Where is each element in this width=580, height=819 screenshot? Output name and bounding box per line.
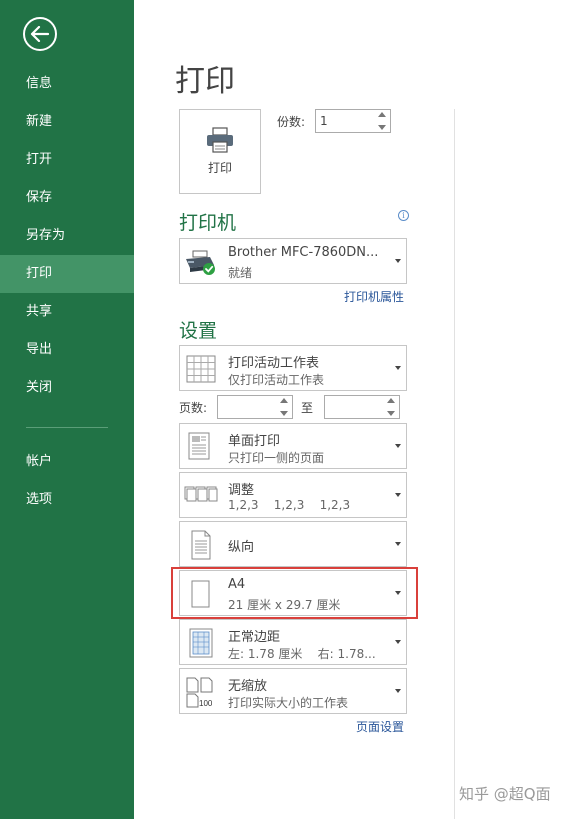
chevron-down-icon (395, 493, 401, 497)
pages-to-label: 至 (301, 401, 314, 415)
sheet-grid-icon (184, 352, 218, 386)
collate-dropdown[interactable]: 调整 1,2,3 1,2,3 1,2,3 (179, 472, 407, 518)
print-scope-dropdown[interactable]: 打印活动工作表 仅打印活动工作表 (179, 345, 407, 391)
chevron-down-icon (395, 444, 401, 448)
sidebar-item-open[interactable]: 打开 (0, 141, 134, 179)
scaling-title: 无缩放 (228, 679, 268, 694)
scaling-icon-text: 100 (199, 699, 213, 708)
print-scope-title: 打印活动工作表 (228, 356, 320, 371)
spin-up-icon[interactable] (378, 112, 386, 117)
page-title: 打印 (175, 64, 235, 99)
sidebar-item-share[interactable]: 共享 (0, 293, 134, 331)
margins-dropdown[interactable]: 正常边距 左: 1.78 厘米 右: 1.78... (179, 619, 407, 665)
settings-heading: 设置 (179, 320, 218, 342)
chevron-down-icon (395, 591, 401, 595)
chevron-down-icon (395, 366, 401, 370)
spin-down-icon[interactable] (378, 125, 386, 130)
sidebar-item-print[interactable]: 打印 (0, 255, 134, 293)
print-button-label: 打印 (207, 161, 232, 175)
paper-size-title: A4 (228, 577, 246, 592)
preview-divider (454, 109, 455, 819)
spin-up-icon[interactable] (387, 398, 395, 403)
info-icon[interactable]: i (398, 210, 409, 221)
chevron-down-icon (395, 689, 401, 693)
print-sides-dropdown[interactable]: 单面打印 只打印一侧的页面 (179, 423, 407, 469)
pages-to-input[interactable] (325, 396, 383, 418)
portrait-page-icon (184, 528, 218, 562)
copies-input[interactable] (316, 110, 374, 132)
sidebar-nav: 信息 新建 打开 保存 另存为 打印 共享 导出 关闭 帐户 选项 (0, 65, 134, 519)
watermark-text: 知乎 @超Q面 (459, 785, 551, 803)
copies-spin-arrows (378, 112, 388, 130)
print-scope-desc: 仅打印活动工作表 (228, 373, 325, 387)
collate-title: 调整 (228, 483, 255, 498)
paper-icon (184, 577, 218, 611)
no-scaling-icon: 100 (184, 675, 218, 709)
sidebar-item-info[interactable]: 信息 (0, 65, 134, 103)
printer-dropdown[interactable]: Brother MFC-7860DN... 就绪 (179, 238, 407, 284)
printer-icon (207, 127, 233, 153)
chevron-down-icon (395, 259, 401, 263)
pages-from-stepper[interactable] (217, 395, 293, 419)
orientation-title: 纵向 (228, 540, 255, 555)
printer-status: 就绪 (228, 266, 253, 280)
sidebar-item-account[interactable]: 帐户 (0, 443, 134, 481)
collate-desc: 1,2,3 1,2,3 1,2,3 (228, 498, 351, 512)
single-sided-icon (184, 430, 218, 464)
printer-heading: 打印机 (179, 212, 237, 234)
margins-icon (184, 626, 218, 660)
print-sides-desc: 只打印一侧的页面 (228, 451, 325, 465)
paper-size-dropdown[interactable]: A4 21 厘米 x 29.7 厘米 (179, 570, 407, 616)
margins-title: 正常边距 (228, 630, 281, 645)
collate-icon (184, 479, 218, 513)
sidebar-item-close[interactable]: 关闭 (0, 369, 134, 407)
copies-stepper[interactable] (315, 109, 391, 133)
paper-size-desc: 21 厘米 x 29.7 厘米 (228, 598, 341, 612)
backstage-sidebar: 信息 新建 打开 保存 另存为 打印 共享 导出 关闭 帐户 选项 (0, 0, 134, 819)
scaling-desc: 打印实际大小的工作表 (228, 696, 349, 710)
spin-down-icon[interactable] (280, 411, 288, 416)
back-button[interactable] (23, 17, 57, 51)
scaling-dropdown[interactable]: 100 无缩放 打印实际大小的工作表 (179, 668, 407, 714)
pages-from-input[interactable] (218, 396, 276, 418)
sidebar-item-save-as[interactable]: 另存为 (0, 217, 134, 255)
spin-down-icon[interactable] (387, 411, 395, 416)
printer-device-icon (184, 245, 218, 279)
page-setup-link[interactable]: 页面设置 (356, 718, 404, 735)
sidebar-divider (26, 427, 108, 428)
print-button[interactable]: 打印 (179, 109, 261, 194)
print-panel: 打印 打印 份数: 打印机 i (134, 0, 580, 819)
sidebar-item-export[interactable]: 导出 (0, 331, 134, 369)
pages-to-spin-arrows (387, 398, 397, 416)
sidebar-item-new[interactable]: 新建 (0, 103, 134, 141)
spin-up-icon[interactable] (280, 398, 288, 403)
arrow-left-icon (30, 26, 50, 42)
chevron-down-icon (395, 542, 401, 546)
printer-name: Brother MFC-7860DN... (228, 245, 379, 260)
sidebar-item-save[interactable]: 保存 (0, 179, 134, 217)
pages-to-stepper[interactable] (324, 395, 400, 419)
printer-properties-link[interactable]: 打印机属性 (344, 288, 404, 305)
pages-from-spin-arrows (280, 398, 290, 416)
margins-desc: 左: 1.78 厘米 右: 1.78... (228, 647, 376, 661)
print-sides-title: 单面打印 (228, 434, 281, 449)
pages-label: 页数: (179, 401, 208, 415)
chevron-down-icon (395, 640, 401, 644)
sidebar-item-options[interactable]: 选项 (0, 481, 134, 519)
copies-label: 份数: (277, 115, 306, 129)
orientation-dropdown[interactable]: 纵向 (179, 521, 407, 567)
